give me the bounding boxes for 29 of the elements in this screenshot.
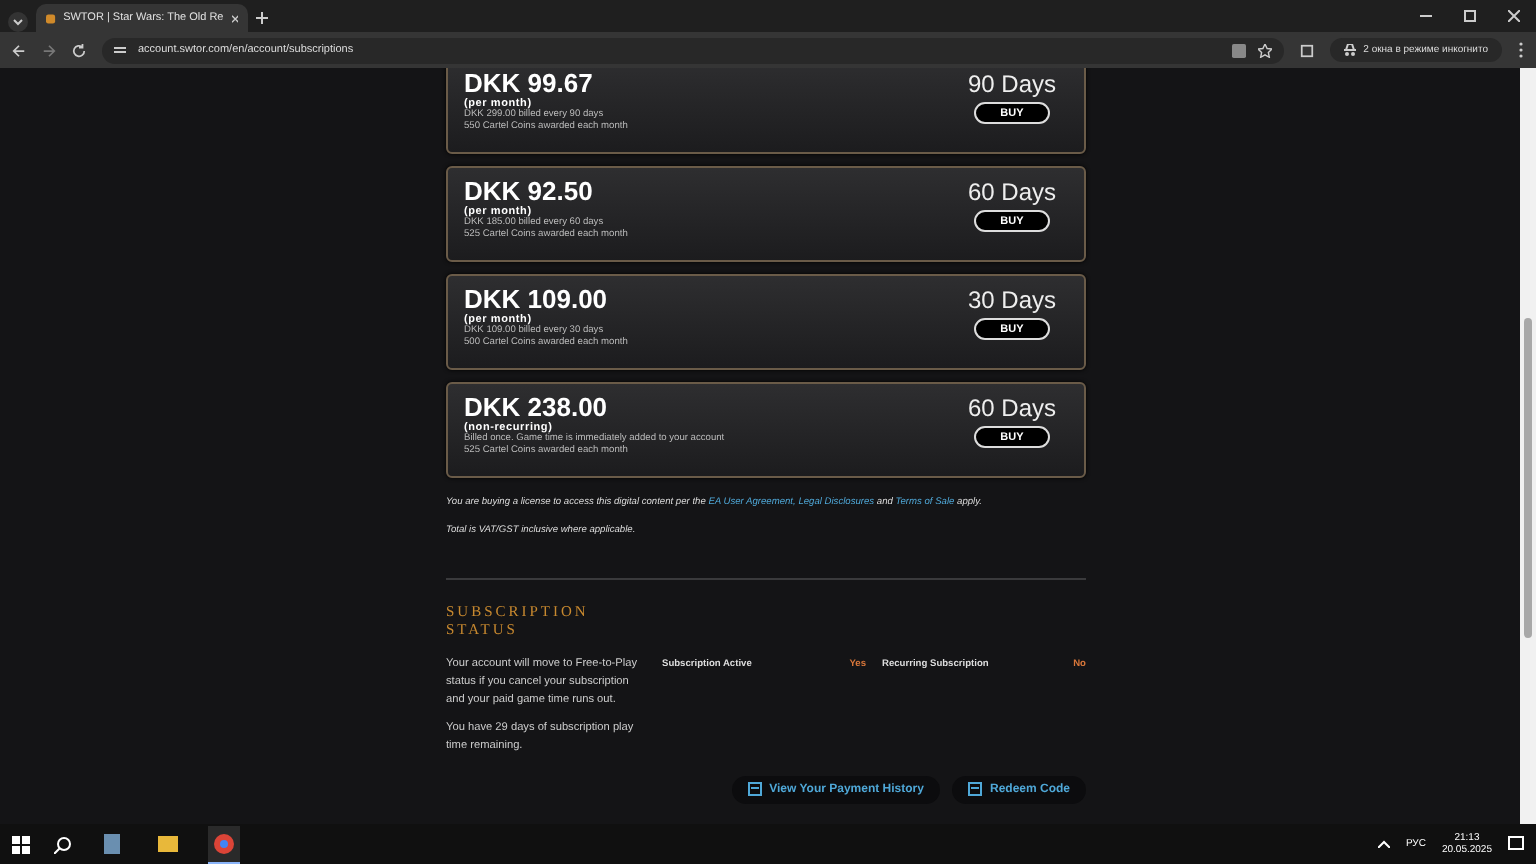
windows-icon[interactable] (12, 835, 30, 853)
plan-price: DKK 99.67 (464, 70, 595, 98)
plan-price: DKK 238.00 (464, 394, 610, 422)
search-icon[interactable] (54, 835, 72, 853)
plan-duration: 60 Days (967, 394, 1056, 422)
plan-duration: 30 Days (967, 286, 1056, 314)
reload-icon[interactable] (72, 43, 86, 57)
site-info-icon[interactable] (114, 44, 126, 56)
incognito-icon (1343, 44, 1356, 56)
notification-icon[interactable] (1508, 836, 1524, 852)
forward-icon[interactable] (42, 43, 56, 57)
site-icon (46, 11, 56, 25)
restore-icon[interactable] (1464, 10, 1476, 22)
list-icon (747, 782, 762, 797)
menu-icon[interactable] (1518, 42, 1524, 58)
bookmark-star-icon[interactable] (1257, 43, 1272, 57)
tab-list-icon[interactable] (8, 12, 28, 32)
plan-price: DKK 92.50 (464, 178, 595, 206)
scrollbar[interactable] (1520, 68, 1536, 824)
back-icon[interactable] (12, 43, 26, 57)
plan-duration: 90 Days (967, 70, 1056, 98)
new-tab-icon[interactable] (256, 12, 268, 24)
minimize-icon[interactable] (1420, 10, 1432, 22)
chevron-icon[interactable] (1377, 840, 1390, 848)
plan-duration: 60 Days (967, 178, 1056, 206)
close-icon[interactable] (1508, 10, 1520, 22)
browser-icon[interactable] (208, 825, 240, 863)
plan-price: DKK 109.00 (464, 286, 610, 314)
close-icon[interactable] (231, 13, 238, 23)
